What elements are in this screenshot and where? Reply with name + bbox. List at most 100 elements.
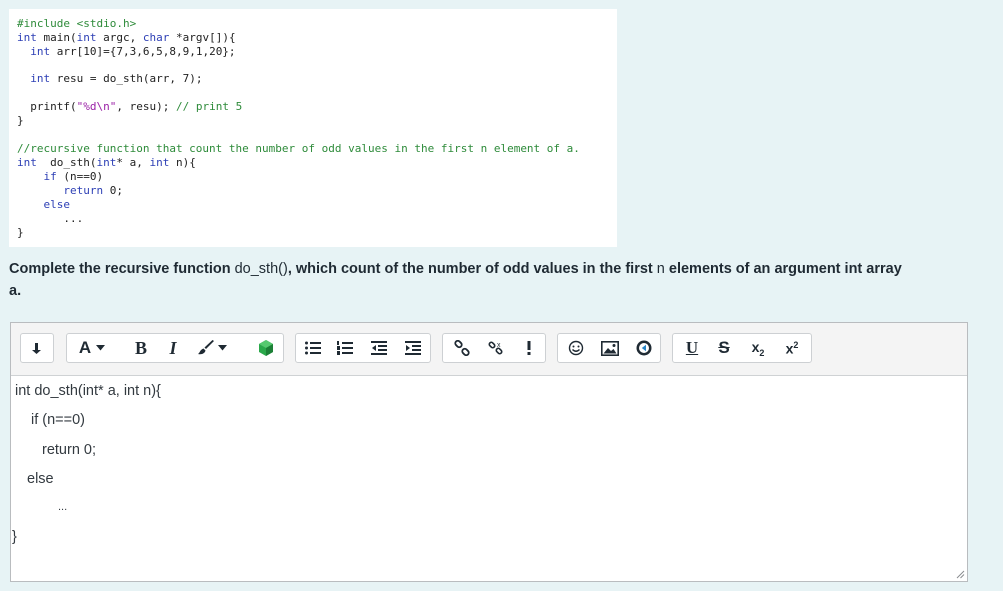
code-token: char [142,31,170,44]
code-token: } [17,114,24,127]
code-token: int [17,44,51,58]
editor-line-1[interactable]: int do_sth(int* a, int n){ [15,383,161,399]
bold-icon: B [134,337,147,358]
gem-icon [259,340,273,356]
indent-button[interactable] [398,334,428,362]
code-line: int resu = do_sth(arr, 7); [17,72,202,86]
code-token: int [17,31,37,44]
code-token: "%d\n" [76,100,117,113]
unlink-icon: x [488,341,503,355]
link-button[interactable] [447,334,477,362]
code-token: int [149,156,170,169]
code-token: * a, [116,156,150,169]
superscript-icon: x2 [786,340,799,357]
media-icon [636,340,652,356]
code-token: argc, [96,31,143,44]
code-token: return [17,184,104,197]
italic-button[interactable]: I [159,334,187,362]
code-token: ... [17,212,84,225]
numbered-list-icon [337,341,353,355]
code-token: *argv[]){ [169,31,236,44]
brush-icon [198,340,214,355]
question-text: Complete the recursive function do_sth()… [9,258,999,302]
outdent-button[interactable] [364,334,394,362]
strikethrough-icon: S [718,338,730,357]
resize-handle[interactable] [955,569,965,579]
code-token: resu = do_sth(arr, 7); [50,72,203,85]
editor-line-3[interactable]: return 0; [42,442,96,458]
code-token: int [96,156,117,169]
editor-content-area[interactable]: int do_sth(int* a, int n){ if (n==0) ret… [11,376,967,581]
underline-button[interactable]: U [677,334,707,362]
exclamation-icon [527,341,531,355]
editor-line-5[interactable]: ... [58,501,67,513]
code-token: (n==0) [56,170,104,183]
indent-icon [405,341,421,355]
font-button[interactable]: A [73,334,111,362]
toolbar-group-format: A B I [66,333,284,363]
toolbar-group-media [557,333,661,363]
code-line: int do_sth(int* a, int n){ [17,156,196,170]
superscript-button[interactable]: x2 [777,334,807,362]
code-line: } [17,226,24,240]
bullet-list-button[interactable] [298,334,328,362]
code-line: ... [17,212,83,226]
link-icon [454,340,470,356]
code-line: int arr[10]={7,3,6,5,8,9,1,20}; [17,44,236,59]
editor-line-4[interactable]: else [27,471,54,487]
code-token: else [17,198,70,211]
subscript-icon: x2 [752,339,765,358]
toolbar-group-decoration: U S x2 x2 [672,333,812,363]
code-line: #include <stdio.h> [17,17,136,31]
answer-editor: A B I x U S x2 x2 int do_sth(int* a, int… [10,322,968,582]
image-button[interactable] [595,334,625,362]
question-n: n [656,261,665,277]
superscript-digit: 2 [793,339,799,350]
code-line: if (n==0) [17,170,103,184]
editor-line-2[interactable]: if (n==0) [31,412,85,428]
bold-button[interactable]: B [127,334,155,362]
emoticon-icon [568,340,584,356]
chevron-down-icon [96,345,106,351]
code-token: arr[10]={7,3,6,5,8,9,1,20}; [50,44,236,58]
code-token: // print 5 [175,100,243,113]
strikethrough-button[interactable]: S [709,334,739,362]
question-part2: , which count of the number of odd value… [287,261,657,277]
code-token: , resu); [116,100,176,113]
code-line: int main(int argc, char *argv[]){ [17,31,236,45]
collapse-button[interactable] [21,334,53,362]
editor-line-6[interactable]: } [12,529,17,545]
code-token: int [17,156,37,169]
font-icon: A [78,338,92,357]
code-line: //recursive function that count the numb… [17,142,580,156]
code-token: int [17,72,51,85]
toolbar-group-collapse [20,333,54,363]
brush-button[interactable] [193,334,231,362]
bullet-list-icon [305,341,321,355]
code-token: int [76,31,97,44]
exclamation-button[interactable] [515,334,543,362]
toolbar-group-lists [295,333,431,363]
code-token: n){ [169,156,196,169]
media-button[interactable] [629,334,659,362]
subscript-button[interactable]: x2 [743,334,773,362]
gem-button[interactable] [251,334,281,362]
code-line: printf("%d\n", resu); // print 5 [17,100,242,114]
unlink-button[interactable]: x [481,334,511,362]
chevron-down-icon [218,345,227,351]
collapse-icon [32,343,41,354]
code-token: } [17,226,24,239]
code-token: 0; [103,184,123,197]
code-line: } [17,114,24,128]
code-token: do_sth( [36,156,97,169]
subscript-digit: 2 [759,347,765,358]
numbered-list-button[interactable] [330,334,360,362]
code-line: else [17,198,70,212]
unlink-badge: x [497,342,501,349]
code-token: main( [36,31,77,44]
code-token: if [17,170,57,183]
emoticon-button[interactable] [561,334,591,362]
code-screenshot: #include <stdio.h> int main(int argc, cha… [9,9,617,247]
question-part1: Complete the recursive function [9,261,235,277]
outdent-icon [371,341,387,355]
